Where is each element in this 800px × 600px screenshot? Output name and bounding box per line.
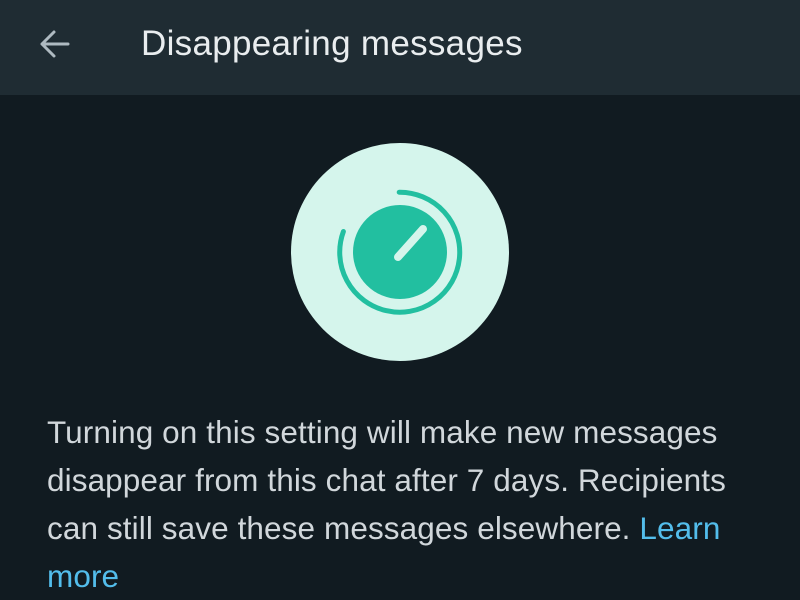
arrow-left-icon xyxy=(40,30,70,58)
timer-illustration xyxy=(291,143,509,361)
disappearing-messages-screen: Disappearing messages Turning on this se… xyxy=(0,0,800,600)
page-title: Disappearing messages xyxy=(141,24,523,63)
app-bar: Disappearing messages xyxy=(0,0,800,95)
timer-icon xyxy=(291,143,509,361)
description-body: Turning on this setting will make new me… xyxy=(47,414,726,546)
back-button[interactable] xyxy=(28,22,80,66)
description-text: Turning on this setting will make new me… xyxy=(47,408,777,600)
